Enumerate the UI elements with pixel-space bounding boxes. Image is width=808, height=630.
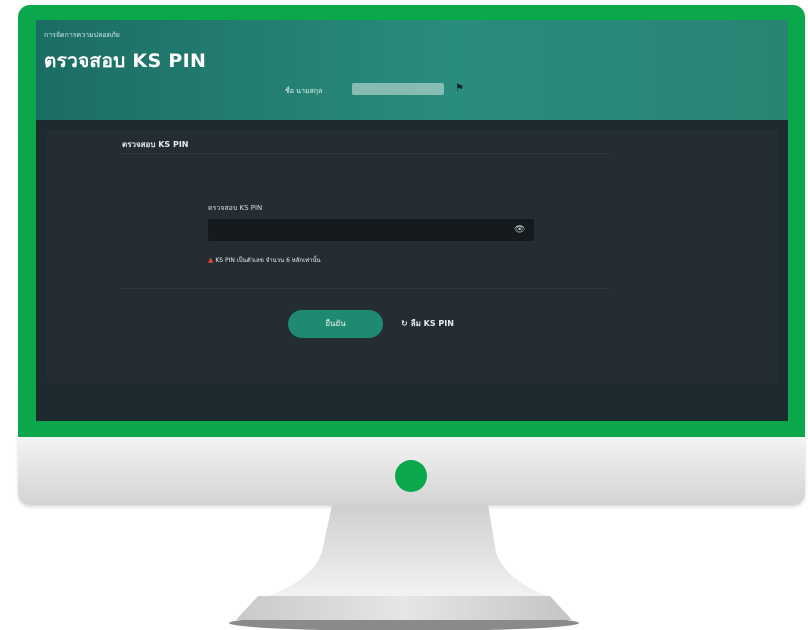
card-title: ตรวจสอบ KS PIN <box>122 140 189 149</box>
verify-card <box>47 130 778 383</box>
pin-input[interactable] <box>208 219 534 241</box>
pin-field-label: ตรวจสอบ KS PIN <box>208 204 263 212</box>
power-button <box>395 460 427 492</box>
eye-icon[interactable]: 👁 <box>514 219 525 241</box>
pin-error-message: ▲ KS PIN เป็นตัวเลข จำนวน 6 หลักเท่านั้น <box>208 255 321 265</box>
divider <box>122 153 610 154</box>
user-name-label: ชื่อ นามสกุล <box>285 87 323 95</box>
forgot-pin-label: ลืม KS PIN <box>410 319 454 328</box>
shield-icon[interactable]: ⚑ <box>455 83 464 94</box>
warning-icon: ▲ <box>208 256 214 264</box>
forgot-pin-link[interactable]: ↻ ลืม KS PIN <box>401 317 454 330</box>
page-title: ตรวจสอบ KS PIN <box>44 50 207 72</box>
divider <box>122 288 610 289</box>
page-header: การจัดการความปลอดภัย ตรวจสอบ KS PIN ชื่อ… <box>36 20 788 120</box>
user-name-value <box>352 83 444 95</box>
confirm-button[interactable]: ยืนยัน <box>288 310 383 338</box>
pin-error-text: KS PIN เป็นตัวเลข จำนวน 6 หลักเท่านั้น <box>215 257 321 264</box>
breadcrumb[interactable]: การจัดการความปลอดภัย <box>44 30 120 41</box>
refresh-icon: ↻ <box>401 319 408 328</box>
